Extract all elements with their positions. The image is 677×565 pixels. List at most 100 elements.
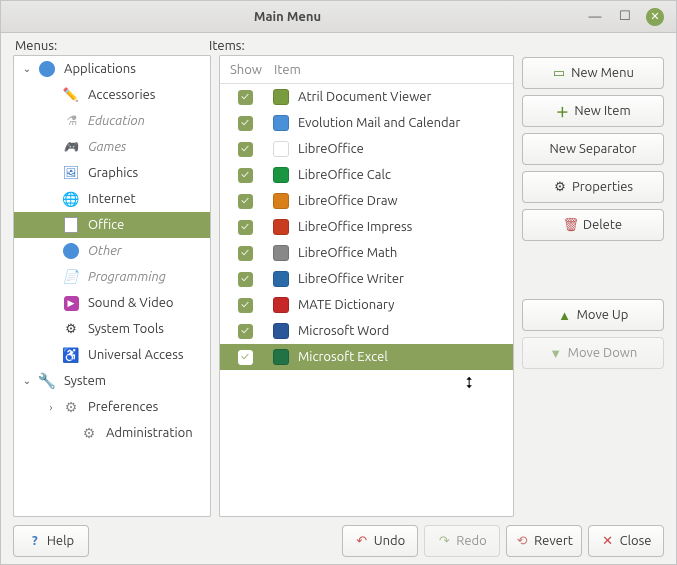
item-label: Evolution Mail and Calendar (292, 116, 460, 130)
move-up-button[interactable]: ▲Move Up (522, 299, 664, 331)
app-icon (270, 321, 292, 341)
app-icon (270, 87, 292, 107)
delete-button[interactable]: 🗑Delete (522, 209, 664, 241)
column-item[interactable]: Item (270, 63, 513, 77)
content-area: ⌄Applications✏️Accessories ⚗ Education 🎮Gam… (1, 55, 676, 518)
menu-label: Administration (106, 426, 193, 440)
app-icon (270, 165, 292, 185)
show-checkbox[interactable]: ✓ (220, 350, 270, 365)
close-button[interactable]: ✕Close (588, 525, 664, 557)
show-checkbox[interactable]: ✓ (220, 272, 270, 287)
item-row[interactable]: ✓LibreOffice Impress (220, 214, 513, 240)
tree-row[interactable]: 🖼Graphics (14, 160, 210, 186)
item-row[interactable]: ✓Atril Document Viewer (220, 84, 513, 110)
show-checkbox[interactable]: ✓ (220, 168, 270, 183)
show-checkbox[interactable]: ✓ (220, 194, 270, 209)
properties-button[interactable]: ⚙Properties (522, 171, 664, 203)
menu-label: Internet (88, 192, 136, 206)
app-icon (270, 113, 292, 133)
item-row[interactable]: ✓ LibreOffice Math (220, 240, 513, 266)
tree-row[interactable]: ✏️Accessories (14, 82, 210, 108)
expander-icon[interactable]: ⌄ (20, 63, 34, 75)
menu-label: Education (88, 114, 145, 128)
app-icon (270, 295, 292, 315)
help-label: Help (47, 534, 74, 548)
tree-row[interactable]: ♿Universal Access (14, 342, 210, 368)
tree-row[interactable]: ⚗ Education (14, 108, 210, 134)
show-checkbox[interactable]: ✓ (220, 246, 270, 261)
revert-button[interactable]: ⟲Revert (506, 525, 582, 557)
category-icon (38, 60, 56, 78)
redo-label: Redo (456, 534, 486, 548)
tree-row[interactable]: ⚙System Tools (14, 316, 210, 342)
redo-icon: ↷ (437, 534, 451, 548)
tree-row[interactable]: 📄Programming (14, 264, 210, 290)
show-checkbox[interactable]: ✓ (220, 324, 270, 339)
item-row[interactable]: ✓MATE Dictionary (220, 292, 513, 318)
column-show[interactable]: Show (220, 63, 270, 77)
items-header: Show Item (220, 56, 513, 84)
window-title: Main Menu (1, 10, 574, 24)
menu-label: System (64, 374, 106, 388)
item-row[interactable]: ✓ Evolution Mail and Calendar (220, 110, 513, 136)
item-row[interactable]: ✓LibreOffice (220, 136, 513, 162)
item-row[interactable]: ✓ LibreOffice Writer (220, 266, 513, 292)
plus-menu-icon: ▭ (552, 66, 566, 80)
tree-row[interactable]: ⌄Applications (14, 56, 210, 82)
item-row[interactable]: ✓LibreOffice Calc (220, 162, 513, 188)
new-separator-button[interactable]: New Separator (522, 133, 664, 165)
category-icon: ⚙ (62, 320, 80, 338)
item-row[interactable]: ✓Microsoft Excel (220, 344, 513, 370)
item-label: LibreOffice Math (292, 246, 397, 260)
item-row[interactable]: ✓Microsoft Word (220, 318, 513, 344)
tree-row[interactable]: 🌐 Internet (14, 186, 210, 212)
close-label: Close (620, 534, 652, 548)
category-icon: ✏️ (62, 86, 80, 104)
revert-label: Revert (534, 534, 573, 548)
redo-button: ↷ Redo (424, 525, 500, 557)
menu-label: Programming (88, 270, 166, 284)
item-label: LibreOffice Writer (292, 272, 404, 286)
show-checkbox[interactable]: ✓ (220, 142, 270, 157)
category-icon: ▶ (62, 294, 80, 312)
tree-row[interactable]: ▶Sound & Video (14, 290, 210, 316)
help-button[interactable]: ?Help (13, 525, 89, 557)
show-checkbox[interactable]: ✓ (220, 116, 270, 131)
new-menu-button[interactable]: ▭New Menu (522, 57, 664, 89)
expander-icon[interactable]: ⌄ (20, 375, 34, 387)
menu-label: Preferences (88, 400, 158, 414)
side-buttons: ▭New Menu ＋New Item New Separator ⚙Prope… (522, 55, 664, 514)
app-icon (270, 191, 292, 211)
category-icon (62, 216, 80, 234)
undo-button[interactable]: ↶Undo (342, 525, 418, 557)
show-checkbox[interactable]: ✓ (220, 220, 270, 235)
tree-row[interactable]: Office (14, 212, 210, 238)
close-window-button[interactable]: ✕ (646, 8, 664, 26)
items-list[interactable]: Show Item ✓Atril Document Viewer✓Evoluti… (219, 55, 514, 517)
tree-row[interactable]: ›⚙Preferences (14, 394, 210, 420)
down-icon: ▼ (549, 346, 563, 360)
items-label: Items: (209, 39, 662, 53)
move-up-label: Move Up (577, 308, 629, 322)
maximize-button[interactable]: ☐ (616, 8, 634, 26)
menus-tree[interactable]: ⌄Applications✏️Accessories ⚗ Education 🎮Gam… (13, 55, 211, 517)
tree-row[interactable]: Other (14, 238, 210, 264)
undo-label: Undo (374, 534, 406, 548)
trash-icon: 🗑 (564, 218, 578, 232)
new-item-button[interactable]: ＋New Item (522, 95, 664, 127)
section-labels: Menus: Items: (1, 33, 676, 55)
app-icon (270, 139, 292, 159)
expander-icon[interactable]: › (44, 402, 58, 413)
tree-row[interactable]: ⌄🔧System (14, 368, 210, 394)
tree-row[interactable]: ⚙Administration (14, 420, 210, 446)
menu-label: Universal Access (88, 348, 183, 362)
gear-icon: ⚙ (553, 180, 567, 194)
category-icon: 🎮 (62, 138, 80, 156)
tree-row[interactable]: 🎮Games (14, 134, 210, 160)
minimize-button[interactable]: — (586, 8, 604, 26)
show-checkbox[interactable]: ✓ (220, 298, 270, 313)
item-row[interactable]: ✓LibreOffice Draw (220, 188, 513, 214)
show-checkbox[interactable]: ✓ (220, 90, 270, 105)
category-icon: ⚗ (62, 112, 80, 130)
category-icon: 🌐 (62, 190, 80, 208)
